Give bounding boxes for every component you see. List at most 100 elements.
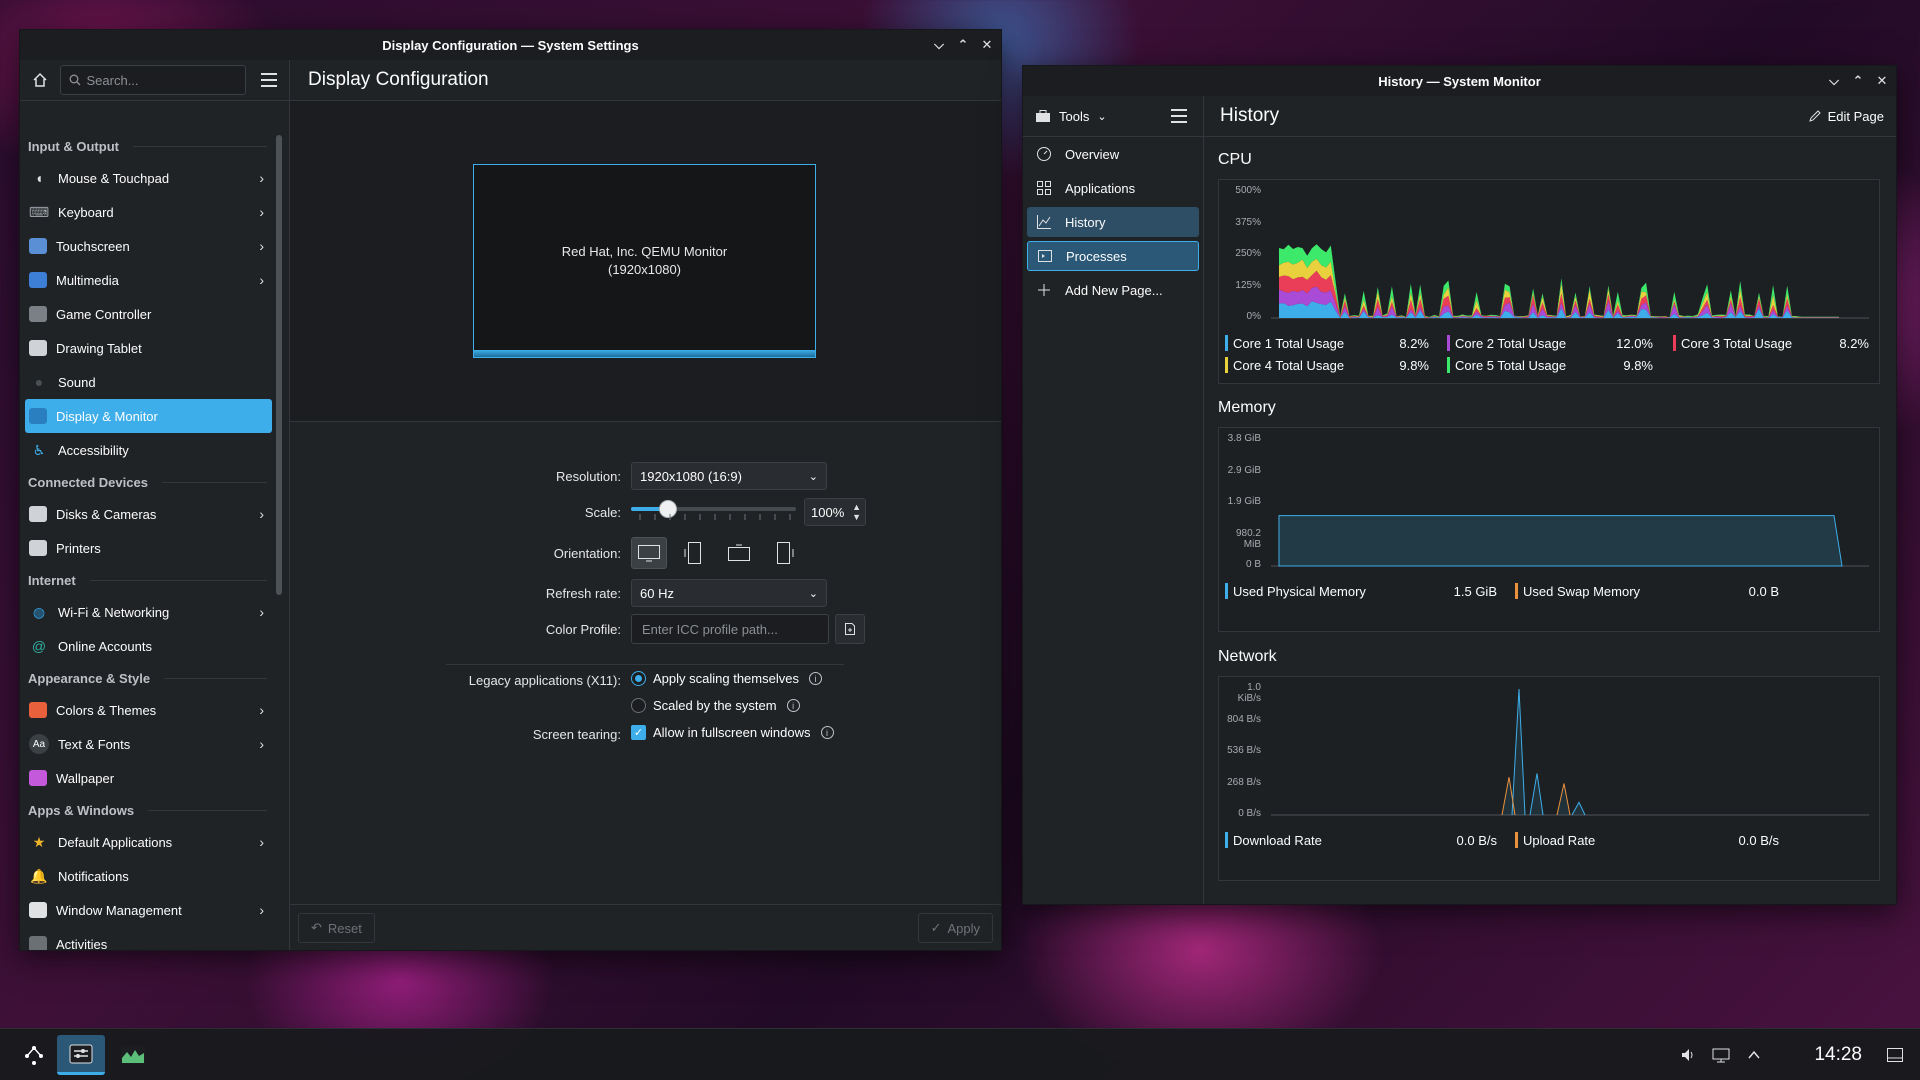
sidebar-scrollbar[interactable] <box>276 135 282 595</box>
browse-file-button[interactable] <box>835 614 865 644</box>
sidebar-item-colors-themes[interactable]: Colors & Themes › <box>25 693 272 727</box>
nav-item-processes[interactable]: Processes <box>1027 241 1199 271</box>
maximize-button[interactable]: ⌃ <box>955 37 971 53</box>
close-button[interactable]: ✕ <box>1874 73 1890 89</box>
sidebar-item-disks-cameras[interactable]: Disks & Cameras › <box>25 497 272 531</box>
sidebar-item-text-fonts[interactable]: Aa Text & Fonts › <box>25 727 272 761</box>
legend-swatch <box>1515 832 1518 848</box>
home-button[interactable] <box>28 68 52 92</box>
close-button[interactable]: ✕ <box>979 37 995 53</box>
show-desktop-icon[interactable] <box>1886 1047 1904 1063</box>
scale-spinbox[interactable]: 100% ▲ ▼ <box>804 498 866 526</box>
window-icon <box>29 902 47 918</box>
legacy-option-scaled-by-system[interactable]: Scaled by the system i <box>631 698 800 713</box>
orientation-landscape-button[interactable] <box>631 537 667 569</box>
monitor-preview[interactable]: Red Hat, Inc. QEMU Monitor (1920x1080) <box>473 164 816 358</box>
spin-arrows-icon[interactable]: ▲ ▼ <box>852 502 861 522</box>
orientation-portrait-left-button[interactable] <box>676 537 712 569</box>
radio-unselected[interactable] <box>631 698 646 713</box>
nav-item-history[interactable]: History <box>1027 207 1199 237</box>
sidebar-item-display-monitor[interactable]: Display & Monitor <box>25 399 272 433</box>
sidebar-item-accessibility[interactable]: ♿ Accessibility <box>25 433 272 467</box>
sidebar-item-default-applications[interactable]: ★ Default Applications › <box>25 825 272 859</box>
radio-selected[interactable] <box>631 671 646 686</box>
legend-name: Used Swap Memory <box>1523 583 1641 599</box>
edit-page-button[interactable]: Edit Page <box>1808 109 1884 124</box>
orientation-portrait-right-button[interactable] <box>766 537 802 569</box>
hamburger-menu-button[interactable] <box>1167 104 1191 128</box>
tools-button[interactable]: Tools ⌄ <box>1035 109 1107 124</box>
chevron-up-icon[interactable] <box>1746 1047 1762 1063</box>
taskbar-system-monitor[interactable] <box>109 1035 157 1075</box>
sidebar-item-label: Printers <box>56 540 101 556</box>
refresh-rate-value: 60 Hz <box>640 585 674 601</box>
reset-label: Reset <box>327 920 362 936</box>
legend-name: Download Rate <box>1233 832 1322 848</box>
settings-window-title: Display Configuration — System Settings <box>382 37 639 53</box>
sidebar-item-mouse-touchpad[interactable]: ◖ Mouse & Touchpad › <box>25 161 272 195</box>
sidebar-item-online-accounts[interactable]: @ Online Accounts <box>25 629 272 663</box>
hamburger-menu-button[interactable] <box>258 68 282 92</box>
sidebar-item-drawing-tablet[interactable]: Drawing Tablet <box>25 331 272 365</box>
info-icon[interactable]: i <box>820 726 834 739</box>
resolution-dropdown[interactable]: 1920x1080 (16:9) ⌄ <box>631 462 827 490</box>
sidebar-item-multimedia[interactable]: Multimedia › <box>25 263 272 297</box>
sidebar-category-label: Apps & Windows <box>28 802 135 818</box>
sidebar-item-keyboard[interactable]: ⌨ Keyboard › <box>25 195 272 229</box>
legend-swatch <box>1225 357 1228 373</box>
volume-icon[interactable] <box>1680 1047 1696 1063</box>
info-icon[interactable]: i <box>808 672 822 685</box>
sidebar-item-sound[interactable]: ● Sound <box>25 365 272 399</box>
wallpaper-icon <box>29 770 47 786</box>
globe-icon: ◍ <box>32 603 46 620</box>
resolution-value: 1920x1080 (16:9) <box>640 468 742 484</box>
memory-chart-svg <box>1271 515 1869 567</box>
sidebar-item-activities[interactable]: Activities <box>25 927 272 950</box>
mouse-icon: ◖ <box>34 170 44 186</box>
screen-tearing-label: Screen tearing: <box>532 727 621 742</box>
nav-item-applications[interactable]: Applications <box>1027 173 1199 203</box>
legend-swatch <box>1225 335 1228 351</box>
monitor-titlebar[interactable]: History — System Monitor ⌵ ⌃ ✕ <box>1023 66 1896 96</box>
clock[interactable]: 14:28 <box>1814 1029 1862 1080</box>
taskbar-system-settings[interactable] <box>57 1035 105 1075</box>
sidebar-item-window-management[interactable]: Window Management › <box>25 893 272 927</box>
nav-item-add-new-page[interactable]: Add New Page... <box>1027 275 1199 305</box>
checkbox-checked[interactable]: ✓ <box>631 725 646 740</box>
maximize-button[interactable]: ⌃ <box>1850 73 1866 89</box>
allow-tearing-checkbox-row[interactable]: ✓ Allow in fullscreen windows i <box>631 725 834 740</box>
legacy-option1-label: Apply scaling themselves <box>653 671 799 686</box>
network-icon[interactable] <box>1712 1047 1730 1063</box>
sidebar-item-printers[interactable]: Printers <box>25 531 272 565</box>
search-field[interactable] <box>59 65 246 95</box>
scale-slider[interactable] <box>631 500 796 528</box>
sidebar-item-notifications[interactable]: 🔔 Notifications <box>25 859 272 893</box>
application-launcher-button[interactable] <box>10 1035 58 1075</box>
sidebar-category-label: Input & Output <box>28 138 119 154</box>
legend-name: Core 3 Total Usage <box>1681 335 1793 351</box>
gamepad-icon <box>29 306 47 322</box>
refresh-rate-dropdown[interactable]: 60 Hz ⌄ <box>631 579 827 607</box>
nav-item-overview[interactable]: Overview <box>1027 139 1199 169</box>
sidebar-item-wallpaper[interactable]: Wallpaper <box>25 761 272 795</box>
touchscreen-icon <box>29 238 47 254</box>
legend-name: Core 4 Total Usage <box>1233 357 1345 373</box>
orientation-inverted-button[interactable] <box>721 537 757 569</box>
sidebar-category: Connected Devices <box>20 467 277 497</box>
minimize-button[interactable]: ⌵ <box>1826 73 1842 89</box>
search-input[interactable] <box>86 72 237 88</box>
minimize-button[interactable]: ⌵ <box>931 37 947 53</box>
apply-button[interactable]: ✓ Apply <box>917 913 993 943</box>
sidebar-item-game-controller[interactable]: Game Controller <box>25 297 272 331</box>
sidebar-item-wi-fi-networking[interactable]: ◍ Wi-Fi & Networking › <box>25 595 272 629</box>
settings-titlebar[interactable]: Display Configuration — System Settings … <box>20 30 1001 60</box>
processes-icon <box>1036 248 1054 264</box>
system-monitor-window: History — System Monitor ⌵ ⌃ ✕ Tools ⌄ O… <box>1022 65 1897 905</box>
info-icon[interactable]: i <box>786 699 800 712</box>
bell-icon: 🔔 <box>30 867 48 884</box>
nav-item-label: Add New Page... <box>1065 282 1163 298</box>
reset-button[interactable]: ↶ Reset <box>298 913 375 943</box>
sidebar-item-touchscreen[interactable]: Touchscreen › <box>25 229 272 263</box>
legacy-option-apply-scaling[interactable]: Apply scaling themselves i <box>631 671 822 686</box>
color-profile-input[interactable]: Enter ICC profile path... <box>631 614 829 644</box>
